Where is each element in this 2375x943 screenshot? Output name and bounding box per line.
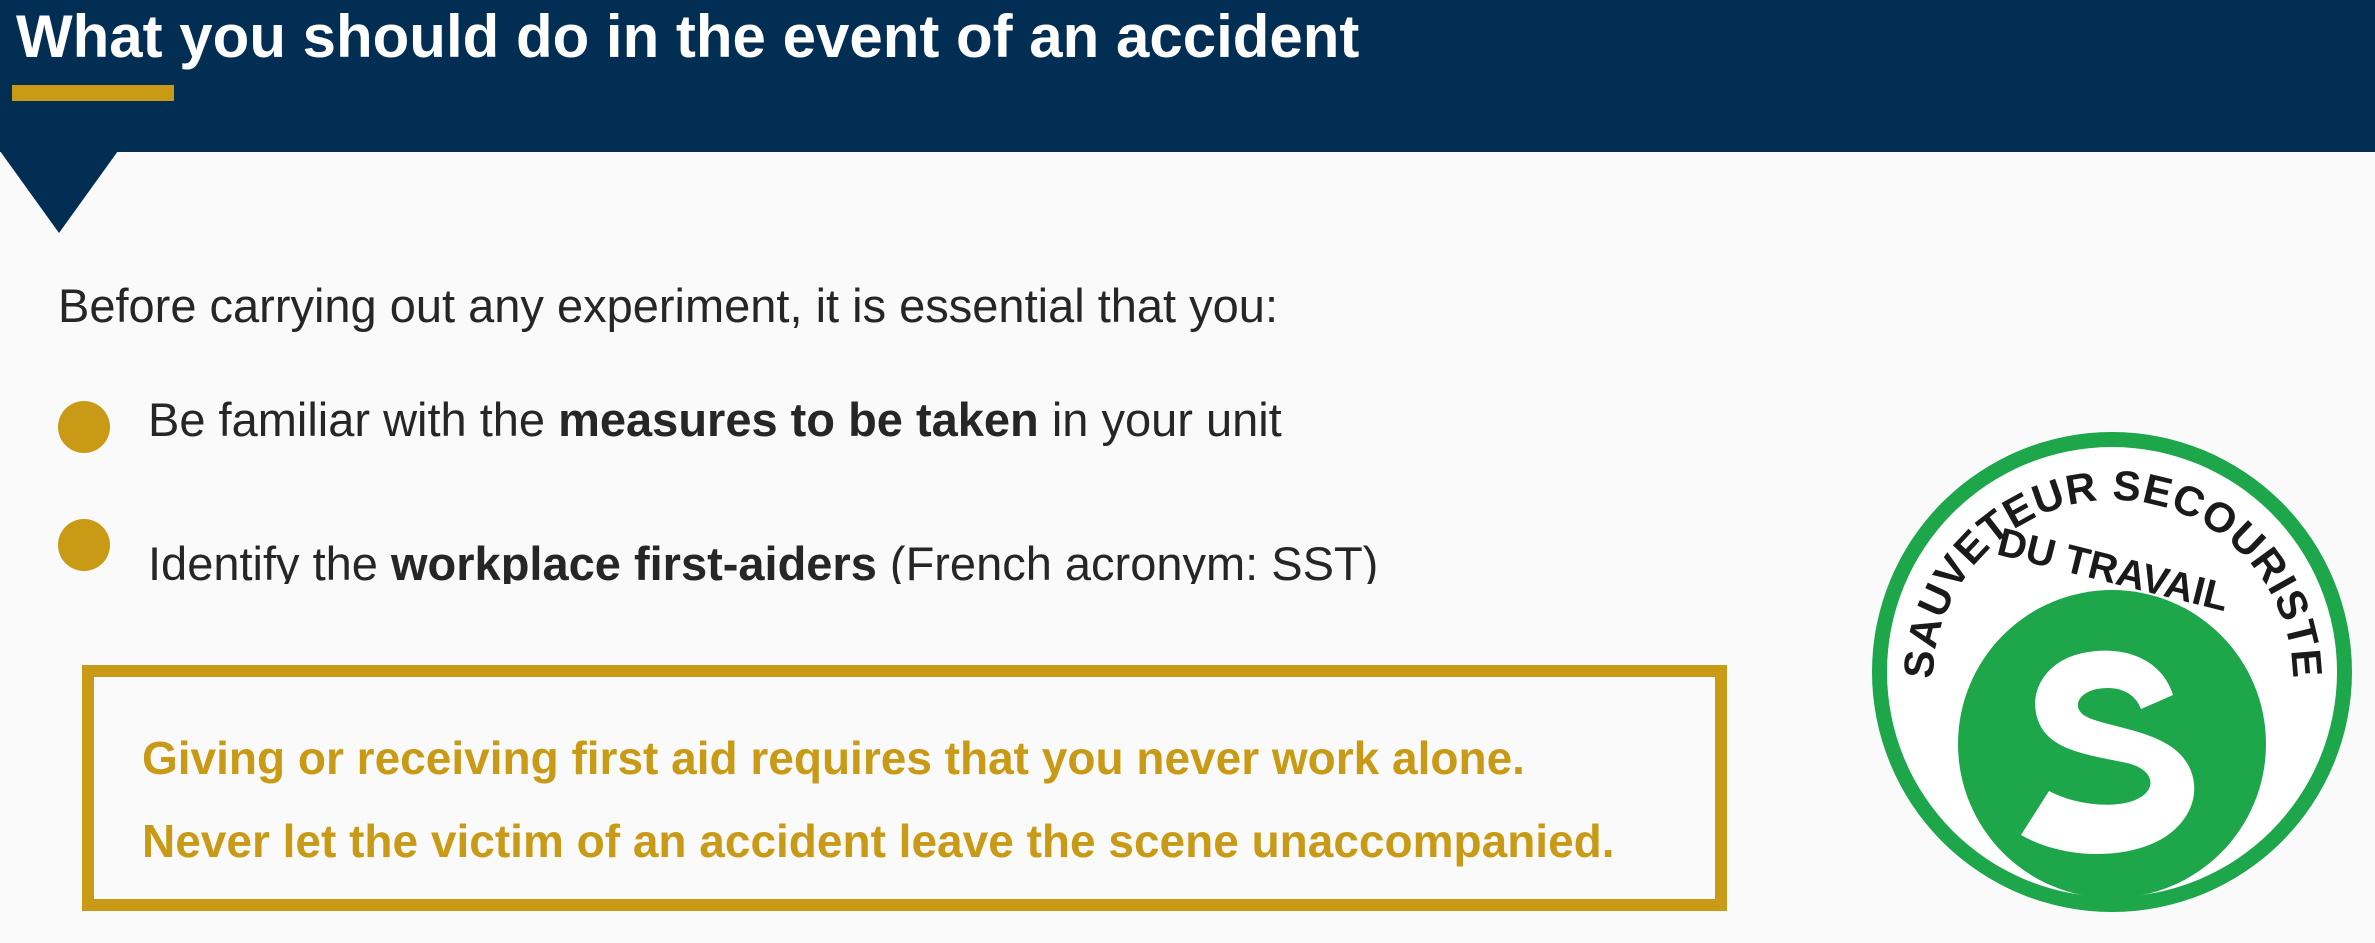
header-banner: What you should do in the event of an ac…: [0, 0, 2375, 152]
bullet-2-emphasis: workplace first-aiders: [391, 537, 877, 584]
bullet-2-text-start: Identify the: [148, 537, 391, 584]
bullet-2-text-end: (French acronym: SST): [876, 537, 1379, 584]
bullet-1-emphasis: measures to be taken: [558, 393, 1039, 446]
intro-text: Before carrying out any experiment, it i…: [58, 279, 1279, 332]
bullet-item-2: Identify the workplace first-aiders (Fre…: [148, 537, 1378, 584]
title-underline: [12, 85, 174, 101]
bullet-1-text-start: Be familiar with the: [148, 393, 559, 446]
notice-box: Giving or receiving first aid requires t…: [82, 665, 1727, 911]
header-pointer: [0, 151, 118, 233]
bullet-1-text-end: in your unit: [1038, 393, 1282, 446]
bullet-dot-2: [58, 519, 110, 571]
page-title: What you should do in the event of an ac…: [16, 3, 1360, 70]
bullet-dot-1: [58, 401, 110, 453]
bullet-item-1: Be familiar with the measures to be take…: [148, 392, 1282, 448]
notice-line-1: Giving or receiving first aid requires t…: [142, 732, 1525, 784]
sst-first-aider-logo-icon: SAUVETEUR SECOURISTE DU TRAVAIL: [1872, 432, 2352, 912]
bullet-item-2-clip: Identify the workplace first-aiders (Fre…: [148, 537, 1378, 584]
notice-line-2: Never let the victim of an accident leav…: [142, 815, 1615, 867]
